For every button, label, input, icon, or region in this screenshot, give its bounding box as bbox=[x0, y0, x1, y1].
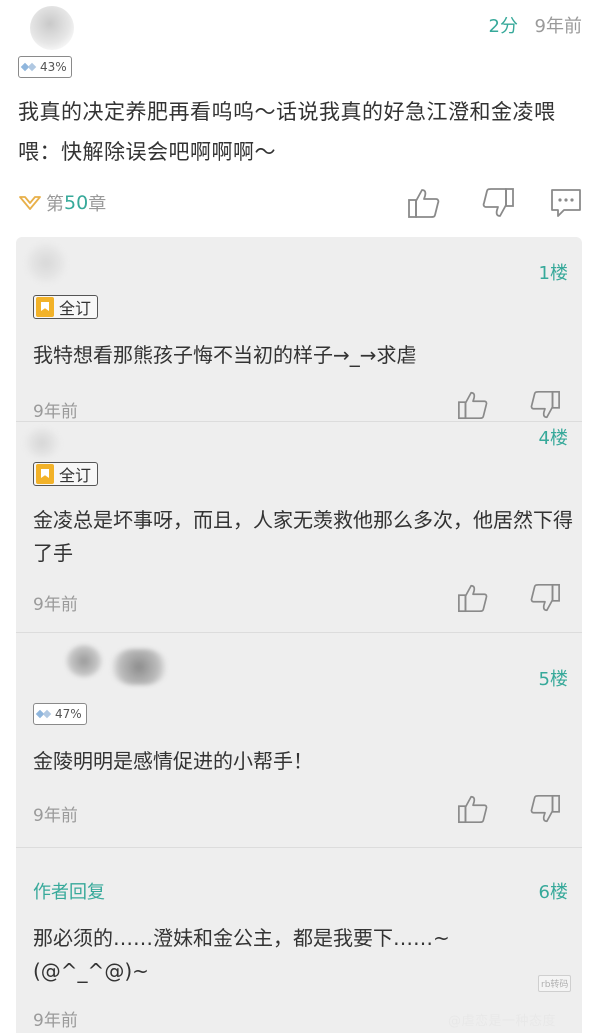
reply-time: 9年前 bbox=[33, 806, 78, 826]
comment-time: 9年前 bbox=[534, 16, 582, 37]
reply-text: 那必须的……澄妹和金公主，都是我要下……~(@^_^@)~ bbox=[33, 926, 450, 983]
reply-item: 作者回复 6楼 那必须的……澄妹和金公主，都是我要下……~(@^_^@)~ 9年… bbox=[16, 848, 582, 1033]
reading-progress-badge: 47% bbox=[33, 703, 87, 725]
diamond-icon bbox=[22, 62, 37, 72]
thumbs-down-icon bbox=[530, 390, 560, 419]
chapter-suffix: 章 bbox=[88, 194, 107, 215]
reading-progress-badge: 43% bbox=[18, 56, 72, 78]
reply-text: 金凌总是坏事呀，而且，人家无羡救他那么多次，他居然下得了手 bbox=[33, 508, 573, 565]
thumbs-up-icon bbox=[458, 795, 488, 824]
diamond-icon bbox=[37, 709, 52, 719]
thumbs-up-icon bbox=[458, 391, 488, 420]
reading-progress-value: 47% bbox=[55, 707, 82, 721]
dislike-button[interactable] bbox=[480, 186, 516, 220]
reply-dislike-button[interactable] bbox=[528, 793, 562, 825]
thumbs-up-icon bbox=[458, 584, 488, 613]
thumbs-up-icon bbox=[408, 189, 440, 218]
thumbs-down-icon bbox=[530, 794, 560, 823]
comment-text: 我真的决定养肥再看呜呜～话说我真的好急江澄和金凌喂喂：快解除误会吧啊啊啊～ bbox=[18, 100, 556, 164]
watermark: @虐恋是一种态度 bbox=[448, 1014, 557, 1029]
user-avatar[interactable] bbox=[30, 6, 74, 50]
subscription-badge: 全订 bbox=[33, 462, 99, 486]
reply-time: 9年前 bbox=[33, 595, 78, 615]
chapter-prefix: 第 bbox=[46, 194, 64, 215]
reply-dislike-button[interactable] bbox=[528, 389, 562, 421]
format-tag: rb转码 bbox=[538, 975, 572, 992]
reply-text: 我特想看那熊孩子悔不当初的样子→_→求虐 bbox=[33, 343, 417, 367]
reply-like-button[interactable] bbox=[456, 389, 490, 421]
replies-panel: 1楼 全订 我特想看那熊孩子悔不当初的样子→_→求虐 9年前 4楼 全订 金凌总… bbox=[16, 237, 582, 1033]
reply-like-button[interactable] bbox=[456, 793, 490, 825]
reply-username-blurred bbox=[112, 649, 166, 685]
reply-dislike-button[interactable] bbox=[528, 582, 562, 614]
reply-item: 1楼 全订 我特想看那熊孩子悔不当初的样子→_→求虐 9年前 bbox=[16, 237, 582, 422]
reply-item: 4楼 全订 金凌总是坏事呀，而且，人家无羡救他那么多次，他居然下得了手 9年前 bbox=[16, 422, 582, 632]
like-button[interactable] bbox=[406, 186, 442, 220]
author-reply-label: 作者回复 bbox=[33, 882, 105, 903]
bookmark-icon bbox=[36, 464, 54, 484]
reply-time: 9年前 bbox=[33, 402, 78, 422]
reply-avatar[interactable] bbox=[24, 428, 60, 458]
reply-time: 9年前 bbox=[33, 1011, 78, 1031]
reply-avatar[interactable] bbox=[66, 645, 102, 677]
comment-score: 2分 bbox=[488, 16, 518, 37]
subscription-label: 全订 bbox=[59, 299, 92, 318]
thumbs-down-icon bbox=[482, 188, 514, 217]
chapter-link[interactable]: 第 50 章 bbox=[18, 190, 106, 216]
reply-like-button[interactable] bbox=[456, 582, 490, 614]
floor-number: 6楼 bbox=[538, 882, 568, 903]
reply-button[interactable] bbox=[548, 186, 584, 220]
chapter-number: 50 bbox=[64, 192, 89, 214]
reply-text: 金陵明明是感情促进的小帮手！ bbox=[33, 749, 313, 773]
reading-progress-value: 43% bbox=[40, 60, 67, 74]
bookmark-icon bbox=[36, 297, 54, 317]
reply-avatar[interactable] bbox=[26, 243, 66, 283]
reply-item: 5楼 47% 金陵明明是感情促进的小帮手！ 9年前 bbox=[16, 633, 582, 847]
subscription-label: 全订 bbox=[59, 466, 92, 485]
thumbs-down-icon bbox=[530, 583, 560, 612]
floor-number: 1楼 bbox=[538, 263, 568, 284]
floor-number: 4楼 bbox=[538, 428, 568, 449]
vip-icon bbox=[19, 196, 41, 210]
subscription-badge: 全订 bbox=[33, 295, 99, 319]
floor-number: 5楼 bbox=[538, 669, 568, 690]
comment-icon bbox=[551, 189, 581, 217]
